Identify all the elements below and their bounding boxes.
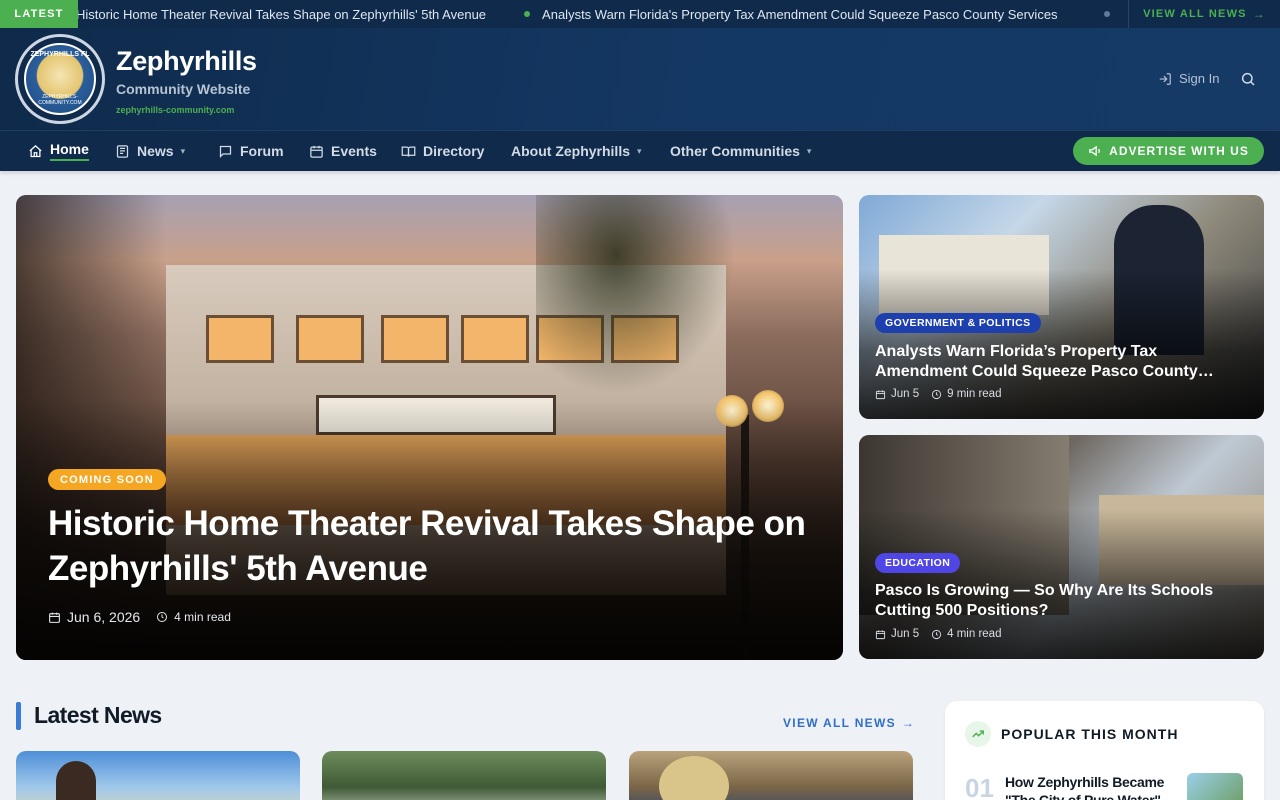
article-image — [659, 756, 729, 800]
news-card[interactable] — [16, 751, 300, 800]
site-logo[interactable]: ZEPHYRHILLS FL ZEPHYRHILLS-COMMUNITY.COM — [15, 34, 105, 124]
chevron-down-icon: ▾ — [637, 145, 642, 156]
ticker-dot — [524, 11, 531, 17]
popular-article-link[interactable]: How Zephyrhills Became "The City of Pure… — [1005, 773, 1175, 800]
clock-icon — [932, 629, 942, 639]
side-article-card[interactable]: EDUCATION Pasco Is Growing — So Why Are … — [859, 435, 1264, 659]
hero-meta: Jun 6, 2026 4 min read — [48, 609, 247, 625]
news-card[interactable] — [322, 751, 606, 800]
side-article-meta: Jun 5 4 min read — [875, 628, 1013, 640]
ticker-item[interactable]: Historic Home Theater Revival Takes Shap… — [78, 7, 486, 22]
ticker-dot — [1104, 11, 1110, 17]
clock-icon — [932, 389, 942, 399]
site-header: ZEPHYRHILLS FL ZEPHYRHILLS-COMMUNITY.COM… — [0, 28, 1280, 130]
category-badge: GOVERNMENT & POLITICS — [875, 313, 1041, 333]
section-accent-bar — [16, 702, 21, 730]
search-button[interactable] — [1240, 71, 1256, 87]
latest-news-heading: Latest News — [34, 702, 162, 728]
hero-read-time: 4 min read — [174, 610, 231, 624]
main-nav: Home News ▾ Forum Events Directory About … — [0, 130, 1280, 171]
popular-rank: 01 — [965, 773, 994, 800]
calendar-icon — [310, 145, 323, 158]
news-card[interactable] — [629, 751, 913, 800]
sign-in-link[interactable]: Sign In — [1158, 71, 1219, 86]
advertise-button[interactable]: ADVERTISE WITH US — [1073, 137, 1264, 165]
nav-news[interactable]: News ▾ — [115, 131, 185, 171]
category-badge: COMING SOON — [48, 469, 166, 490]
ticker-track: Historic Home Theater Revival Takes Shap… — [78, 0, 1130, 28]
hero-title: Historic Home Theater Revival Takes Shap… — [48, 504, 806, 588]
chat-icon — [219, 145, 232, 158]
site-url: zephyrhills-community.com — [116, 105, 235, 115]
chevron-down-icon: ▾ — [806, 145, 812, 156]
popular-heading: POPULAR THIS MONTH — [1001, 726, 1179, 742]
nav-events[interactable]: Events — [309, 131, 377, 171]
latest-view-all-link[interactable]: VIEW ALL NEWS → — [783, 716, 915, 730]
newspaper-icon — [116, 144, 129, 158]
popular-widget: POPULAR THIS MONTH 01 How Zephyrhills Be… — [945, 701, 1264, 800]
arrow-right-icon: → — [901, 716, 916, 730]
side-article-title: Analysts Warn Florida’s Property Tax Ame… — [875, 343, 1214, 380]
megaphone-icon — [1089, 145, 1101, 157]
nav-directory[interactable]: Directory — [401, 131, 484, 171]
ticker-view-all-link[interactable]: VIEW ALL NEWS → — [1128, 0, 1280, 28]
trending-up-icon — [965, 721, 991, 747]
hero-article-card[interactable]: COMING SOON Historic Home Theater Reviva… — [16, 195, 843, 660]
search-icon — [1241, 72, 1255, 86]
news-ticker: LATEST Historic Home Theater Revival Tak… — [0, 0, 1280, 28]
calendar-icon — [49, 612, 60, 623]
category-badge: EDUCATION — [875, 553, 961, 573]
home-icon — [29, 144, 42, 157]
arrow-right-icon: → — [1252, 7, 1266, 21]
popular-thumbnail — [1187, 773, 1243, 800]
chevron-down-icon: ▾ — [180, 145, 186, 156]
ticker-item[interactable]: Analysts Warn Florida's Property Tax Ame… — [486, 7, 1058, 22]
article-image — [56, 761, 96, 800]
nav-about[interactable]: About Zephyrhills ▾ — [511, 131, 642, 171]
side-article-meta: Jun 5 9 min read — [875, 388, 1013, 400]
calendar-icon — [875, 629, 886, 639]
site-name[interactable]: Zephyrhills — [116, 46, 257, 77]
city-seal-icon: ZEPHYRHILLS FL ZEPHYRHILLS-COMMUNITY.COM — [24, 43, 96, 115]
nav-forum[interactable]: Forum — [218, 131, 284, 171]
side-article-title: Pasco Is Growing — So Why Are Its School… — [875, 582, 1214, 619]
side-article-card[interactable]: GOVERNMENT & POLITICS Analysts Warn Flor… — [859, 195, 1264, 419]
sign-in-icon — [1159, 72, 1171, 85]
calendar-icon — [875, 389, 886, 399]
nav-home[interactable]: Home — [28, 131, 89, 171]
nav-other-communities[interactable]: Other Communities ▾ — [670, 131, 811, 171]
site-subtitle: Community Website — [116, 81, 251, 97]
book-icon — [401, 146, 416, 157]
clock-icon — [157, 612, 168, 622]
ticker-latest-badge: LATEST — [0, 0, 78, 28]
hero-date: Jun 6, 2026 — [67, 609, 141, 625]
